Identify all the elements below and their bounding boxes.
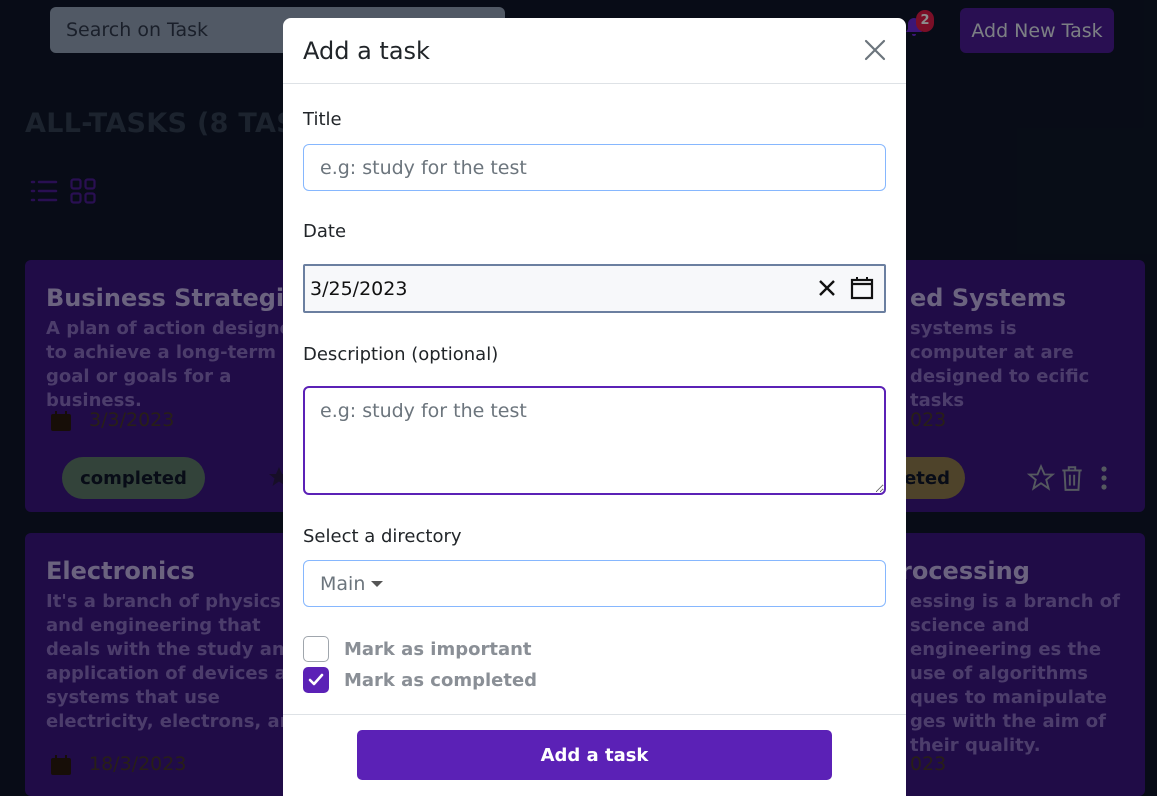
completed-checkbox-row[interactable]: Mark as completed xyxy=(303,667,537,693)
directory-select[interactable]: Main xyxy=(303,560,886,607)
important-checkbox-row[interactable]: Mark as important xyxy=(303,636,532,662)
date-input[interactable]: 3/25/2023 xyxy=(303,264,886,313)
modal-footer: Add a task xyxy=(283,714,906,796)
date-label: Date xyxy=(303,221,347,242)
title-label: Title xyxy=(303,109,342,130)
chevron-down-icon xyxy=(371,580,384,587)
add-task-modal: Add a task Title Date 3/25/2023 Descript… xyxy=(283,18,906,796)
completed-checkbox[interactable] xyxy=(303,667,329,693)
close-button[interactable] xyxy=(862,38,888,64)
important-label: Mark as important xyxy=(344,638,532,660)
directory-value: Main xyxy=(320,572,366,595)
modal-header: Add a task xyxy=(283,18,906,84)
description-label: Description (optional) xyxy=(303,344,499,365)
clear-icon[interactable] xyxy=(818,279,836,297)
important-checkbox[interactable] xyxy=(303,636,329,662)
close-icon xyxy=(864,39,886,61)
completed-label: Mark as completed xyxy=(344,669,538,691)
check-icon xyxy=(308,673,324,686)
title-input[interactable] xyxy=(303,144,886,191)
calendar-icon[interactable] xyxy=(850,276,874,300)
description-textarea[interactable] xyxy=(303,386,886,495)
modal-title: Add a task xyxy=(303,36,430,65)
add-task-submit-button[interactable]: Add a task xyxy=(357,730,832,780)
directory-label: Select a directory xyxy=(303,526,462,547)
date-value: 3/25/2023 xyxy=(310,277,408,300)
